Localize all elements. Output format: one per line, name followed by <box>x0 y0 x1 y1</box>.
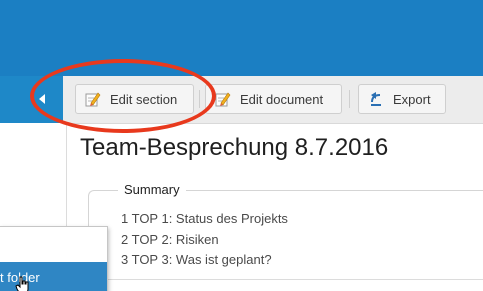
export-button[interactable]: Export <box>358 84 446 114</box>
toolbar-divider <box>199 90 200 108</box>
chevron-left-icon[interactable] <box>39 94 45 104</box>
edit-section-button[interactable]: Edit section <box>75 84 194 114</box>
export-label: Export <box>393 91 431 107</box>
edit-document-button[interactable]: Edit document <box>205 84 342 114</box>
summary-link-top-2[interactable]: 2 TOP 2: Risiken <box>121 232 219 247</box>
divider <box>66 279 483 280</box>
toolbar-divider <box>349 90 350 108</box>
summary-heading: Summary <box>118 182 186 197</box>
pencil-note-icon <box>215 91 231 107</box>
header-bar <box>0 0 483 76</box>
pencil-note-icon <box>85 91 101 107</box>
edit-section-label: Edit section <box>110 91 178 107</box>
export-arrow-icon <box>368 91 384 107</box>
sidebar-collapse-button[interactable] <box>0 76 63 123</box>
app-window: Edit section Edit document Export Team-B… <box>0 0 483 291</box>
summary-link-top-1[interactable]: 1 TOP 1: Status des Projekts <box>121 211 288 226</box>
summary-link-top-3[interactable]: 3 TOP 3: Was ist geplant? <box>121 252 272 267</box>
edit-document-label: Edit document <box>240 91 324 107</box>
hand-cursor-icon <box>15 276 31 291</box>
page-title: Team-Besprechung 8.7.2016 <box>80 134 389 161</box>
